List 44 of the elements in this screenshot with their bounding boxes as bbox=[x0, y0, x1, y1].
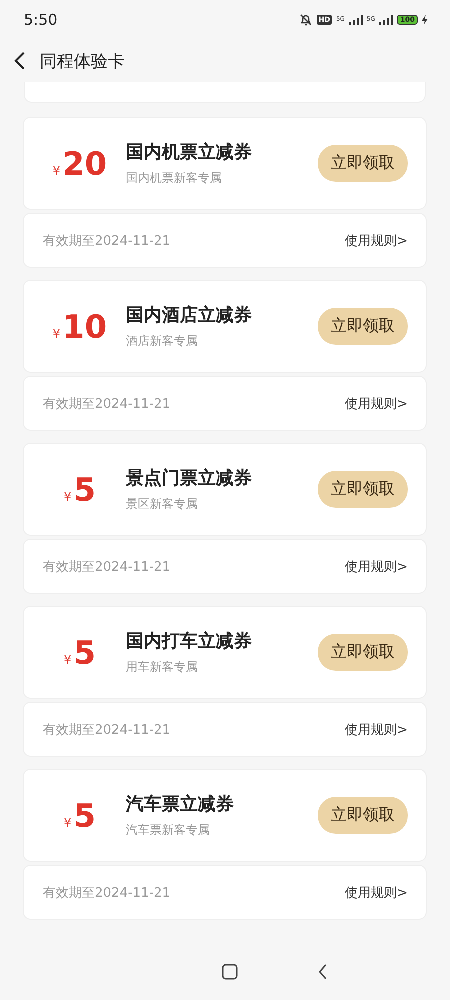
coupon-subtitle: 酒店新客专属 bbox=[126, 333, 199, 350]
muted-bell-icon bbox=[298, 13, 313, 27]
rules-link[interactable]: 使用规则> bbox=[345, 720, 408, 738]
coupon-title: 国内酒店立减券 bbox=[126, 304, 253, 327]
validity-text: 有效期至2024-11-21 bbox=[43, 232, 171, 250]
rules-link[interactable]: 使用规则> bbox=[345, 394, 408, 412]
claim-button[interactable]: 立即领取 bbox=[318, 471, 408, 508]
currency-symbol: ¥ bbox=[64, 816, 72, 830]
coupon-title: 汽车票立减券 bbox=[126, 793, 235, 816]
page-title: 同程体验卡 bbox=[40, 50, 125, 72]
coupon-amount: 20 bbox=[62, 144, 108, 182]
signal-icon bbox=[348, 15, 363, 25]
coupon-title: 景点门票立减券 bbox=[126, 467, 253, 490]
home-icon[interactable] bbox=[222, 964, 238, 980]
currency-symbol: ¥ bbox=[52, 164, 61, 178]
coupon-title: 国内机票立减券 bbox=[126, 141, 253, 164]
rules-link[interactable]: 使用规则> bbox=[345, 232, 408, 250]
coupon-subtitle: 用车新客专属 bbox=[126, 659, 199, 676]
validity-text: 有效期至2024-11-21 bbox=[43, 884, 171, 902]
back-nav-icon[interactable] bbox=[318, 964, 328, 980]
coupon-amount: 5 bbox=[74, 796, 96, 834]
charging-icon bbox=[422, 15, 428, 25]
coupon-title: 国内打车立减券 bbox=[126, 630, 253, 653]
signal-icon bbox=[379, 15, 394, 25]
claim-button[interactable]: 立即领取 bbox=[318, 797, 408, 834]
validity-text: 有效期至2024-11-21 bbox=[43, 558, 171, 576]
coupon-amount: 5 bbox=[74, 470, 96, 508]
claim-button[interactable]: 立即领取 bbox=[318, 634, 408, 671]
currency-symbol: ¥ bbox=[52, 326, 61, 340]
claim-button[interactable]: 立即领取 bbox=[318, 145, 408, 182]
rules-link[interactable]: 使用规则> bbox=[345, 884, 408, 902]
claim-button[interactable]: 立即领取 bbox=[318, 308, 408, 345]
rules-link[interactable]: 使用规则> bbox=[345, 558, 408, 576]
currency-symbol: ¥ bbox=[64, 490, 72, 504]
back-icon[interactable] bbox=[14, 51, 26, 71]
currency-symbol: ¥ bbox=[64, 652, 72, 666]
status-time: 5:50 bbox=[24, 11, 58, 29]
coupon-amount: 10 bbox=[62, 308, 108, 346]
coupon-subtitle: 汽车票新客专属 bbox=[126, 822, 211, 839]
coupon-subtitle: 国内机票新客专属 bbox=[126, 170, 223, 187]
coupon-subtitle: 景区新客专属 bbox=[126, 496, 199, 513]
coupon-amount: 5 bbox=[74, 634, 96, 672]
validity-text: 有效期至2024-11-21 bbox=[43, 396, 171, 412]
validity-text: 有效期至2024-11-21 bbox=[43, 722, 171, 738]
